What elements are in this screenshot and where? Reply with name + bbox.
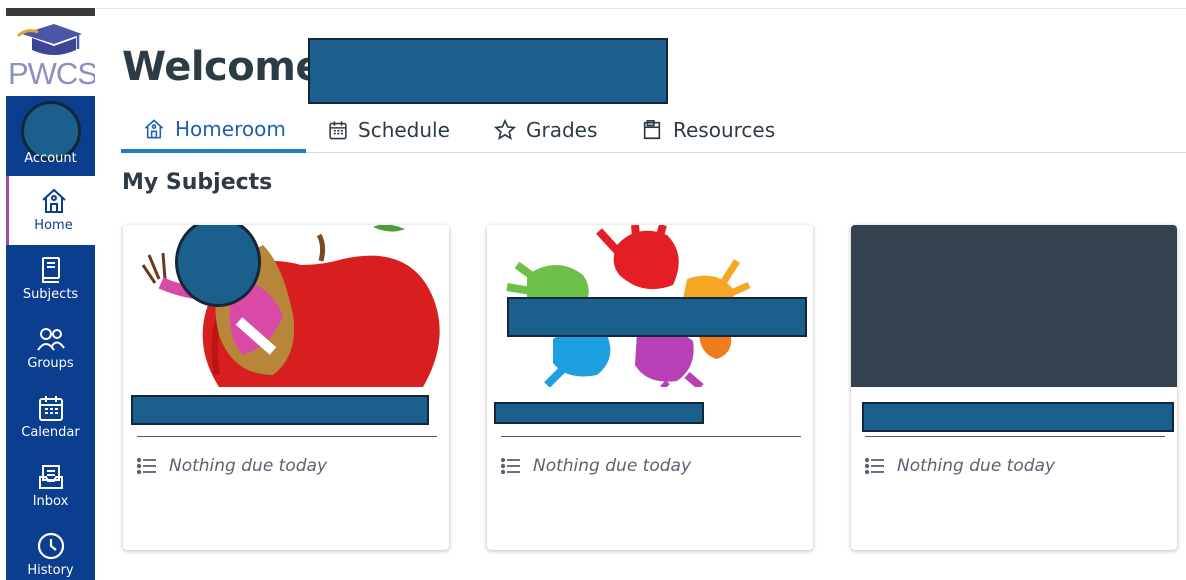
nav-item-history[interactable]: History bbox=[6, 521, 95, 580]
card-status-text: Nothing due today bbox=[533, 456, 692, 476]
list-icon bbox=[501, 458, 520, 474]
card-status: Nothing due today bbox=[137, 456, 327, 476]
apple-illustration bbox=[123, 225, 449, 387]
list-icon bbox=[865, 458, 884, 474]
nav-item-label: Subjects bbox=[22, 287, 79, 302]
nav-item-groups[interactable]: Groups bbox=[6, 314, 95, 383]
groups-icon bbox=[36, 328, 65, 351]
logo-text: PWCS bbox=[8, 56, 95, 91]
page-title: Welcome, bbox=[122, 44, 337, 90]
inbox-icon bbox=[38, 465, 63, 489]
tab-schedule[interactable]: Schedule bbox=[328, 108, 450, 152]
graduation-cap-icon bbox=[16, 24, 82, 55]
home-icon bbox=[41, 188, 66, 213]
card-banner bbox=[851, 225, 1177, 387]
redacted-subject-name bbox=[862, 402, 1174, 432]
nav-item-home[interactable]: Home bbox=[6, 176, 95, 245]
card-status: Nothing due today bbox=[501, 456, 691, 476]
subject-card[interactable]: Nothing due today bbox=[123, 225, 449, 550]
subject-card[interactable]: Nothing due today bbox=[487, 225, 813, 550]
nav-account[interactable]: Account bbox=[6, 96, 95, 176]
tab-homeroom[interactable]: Homeroom bbox=[121, 108, 306, 153]
nav-account-label: Account bbox=[24, 151, 77, 166]
tab-resources[interactable]: Resources bbox=[641, 108, 775, 152]
tab-grades[interactable]: Grades bbox=[494, 108, 597, 152]
tab-label: Homeroom bbox=[175, 116, 286, 141]
nav-item-label: Home bbox=[34, 218, 73, 233]
card-divider bbox=[865, 436, 1165, 437]
nav-item-label: Groups bbox=[27, 356, 74, 371]
card-status-text: Nothing due today bbox=[169, 456, 328, 476]
redacted-subject-name bbox=[494, 402, 704, 424]
clipboard-icon bbox=[643, 120, 661, 140]
card-divider bbox=[501, 436, 801, 437]
calendar-icon bbox=[38, 396, 63, 421]
redacted-subject-name bbox=[131, 395, 429, 425]
card-status: Nothing due today bbox=[865, 456, 1055, 476]
nav-item-subjects[interactable]: Subjects bbox=[6, 245, 95, 314]
district-logo[interactable]: PWCS bbox=[6, 8, 95, 96]
tab-label: Resources bbox=[673, 118, 776, 142]
card-banner bbox=[123, 225, 449, 387]
subject-card[interactable]: Nothing due today bbox=[851, 225, 1177, 550]
global-navigation: PWCS Account Home Subjects Groups Calend… bbox=[6, 8, 95, 580]
clock-icon bbox=[37, 532, 64, 560]
nav-item-label: History bbox=[27, 563, 74, 578]
redacted-user-name bbox=[308, 38, 668, 104]
card-divider bbox=[137, 436, 437, 437]
list-icon bbox=[137, 458, 156, 474]
nav-item-inbox[interactable]: Inbox bbox=[6, 452, 95, 521]
top-border bbox=[95, 8, 1186, 9]
calendar-icon bbox=[329, 121, 347, 140]
section-title: My Subjects bbox=[122, 170, 273, 195]
star-icon bbox=[494, 119, 516, 140]
nav-item-calendar[interactable]: Calendar bbox=[6, 383, 95, 452]
home-icon bbox=[144, 118, 164, 138]
nav-item-label: Inbox bbox=[32, 494, 69, 509]
card-status-text: Nothing due today bbox=[897, 456, 1056, 476]
tab-label: Grades bbox=[526, 118, 598, 142]
nav-item-label: Calendar bbox=[21, 425, 80, 440]
card-banner bbox=[487, 225, 813, 387]
book-icon bbox=[41, 257, 60, 283]
tab-label: Schedule bbox=[358, 118, 450, 142]
dashboard-tabs: Homeroom Schedule Grades Resources bbox=[121, 108, 1186, 153]
redacted-banner-text bbox=[507, 297, 807, 337]
